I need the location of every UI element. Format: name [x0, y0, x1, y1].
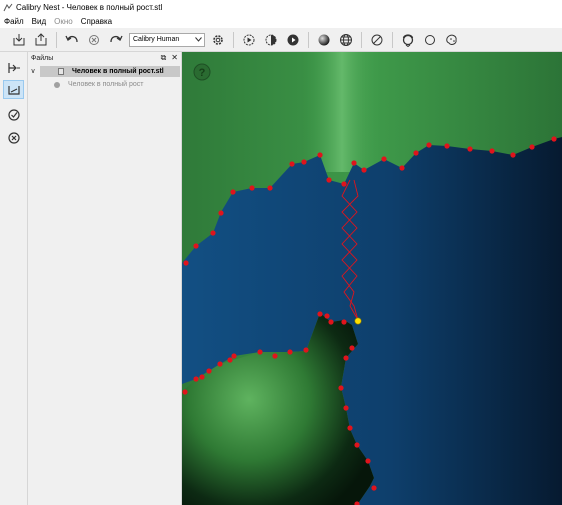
move-arrow-icon [7, 62, 20, 73]
float-panel-icon[interactable]: ⧉ [161, 53, 167, 63]
tree-item-file-selected[interactable]: Человек в полный рост.stl [40, 65, 180, 77]
help-icon[interactable]: ? [193, 63, 211, 81]
undo-icon [65, 35, 78, 42]
simulate-button[interactable] [240, 31, 258, 49]
cancel-tool-button[interactable] [3, 128, 24, 147]
half-circle-icon [265, 34, 277, 45]
cancel-circle-icon [89, 34, 99, 45]
path-handle[interactable] [354, 317, 362, 325]
svg-text:?: ? [199, 67, 206, 79]
toolbar-separator [308, 31, 309, 48]
settings-button[interactable] [209, 31, 227, 49]
shaded-view-button[interactable] [315, 31, 333, 49]
check-circle-icon [7, 108, 20, 121]
toolbar-separator [56, 31, 57, 48]
menu-view[interactable]: Вид [28, 17, 50, 26]
toolbar-separator [233, 31, 234, 48]
sphere-icon [318, 34, 330, 45]
viewport-canvas[interactable] [182, 52, 562, 505]
redo-icon [110, 35, 123, 42]
menu-window: Окно [54, 17, 73, 26]
dark-play-icon [287, 34, 299, 45]
files-panel-title: Файлы [31, 54, 54, 62]
profile-select-value: Calibry Human [133, 36, 180, 43]
tree-item-file[interactable]: ∨ Человек в полный рост.stl [28, 65, 181, 77]
file-icon [58, 67, 64, 75]
no-entry-button[interactable] [368, 31, 386, 49]
close-circle-icon [7, 131, 20, 144]
object-dot-icon [54, 81, 60, 88]
face-button[interactable] [399, 31, 417, 49]
import-icon [13, 33, 25, 45]
toolbar-separator [392, 31, 393, 48]
prohibited-icon [371, 34, 383, 45]
profile-select[interactable]: Calibry Human [129, 32, 205, 47]
export-icon [35, 32, 47, 45]
redo-button[interactable] [107, 31, 125, 49]
toolbar: Calibry Human [0, 28, 562, 52]
confirm-tool-button[interactable] [3, 105, 24, 124]
blob-button[interactable] [443, 31, 461, 49]
slice-button[interactable] [284, 31, 302, 49]
tree-item-file-label: Человек в полный рост.stl [72, 67, 164, 75]
measure-tool-button[interactable] [3, 80, 24, 99]
globe-icon [340, 33, 352, 46]
menu-help[interactable]: Справка [77, 17, 116, 26]
wireframe-view-button[interactable] [337, 31, 355, 49]
blob-icon [446, 34, 457, 45]
menu-file[interactable]: Файл [0, 17, 28, 26]
title-bar: Calibry Nest - Человек в полный рост.stl [0, 0, 562, 15]
files-panel-header: Файлы ⧉ ✕ [28, 52, 181, 64]
chevron-down-icon[interactable]: ∨ [28, 67, 38, 75]
menu-bar: Файл Вид Окно Справка [0, 15, 562, 28]
left-tool-panel [0, 52, 28, 505]
window-title: Calibry Nest - Человек в полный рост.stl [16, 3, 163, 12]
circle-button[interactable] [421, 31, 439, 49]
chevron-down-icon [195, 37, 202, 42]
measure-icon [7, 85, 20, 95]
circle-icon [425, 34, 435, 45]
undo-button[interactable] [63, 31, 81, 49]
gear-icon [213, 34, 223, 45]
app-icon [3, 3, 13, 11]
tree-item-child-label: Человек в полный рост [68, 81, 144, 88]
head-icon [402, 33, 414, 47]
export-button[interactable] [32, 31, 50, 49]
tree-item-child[interactable]: Человек в полный рост [54, 79, 143, 90]
layers-button[interactable] [262, 31, 280, 49]
cancel-button[interactable] [85, 31, 103, 49]
play-circle-icon [243, 34, 255, 45]
model-highlight [302, 52, 382, 172]
move-tool-button[interactable] [3, 58, 24, 77]
toolbar-separator [361, 31, 362, 48]
import-button[interactable] [10, 31, 28, 49]
close-panel-icon[interactable]: ✕ [171, 53, 178, 63]
files-panel: Файлы ⧉ ✕ ∨ Человек в полный рост.stl Че… [28, 52, 182, 505]
3d-viewport[interactable] [182, 52, 562, 505]
